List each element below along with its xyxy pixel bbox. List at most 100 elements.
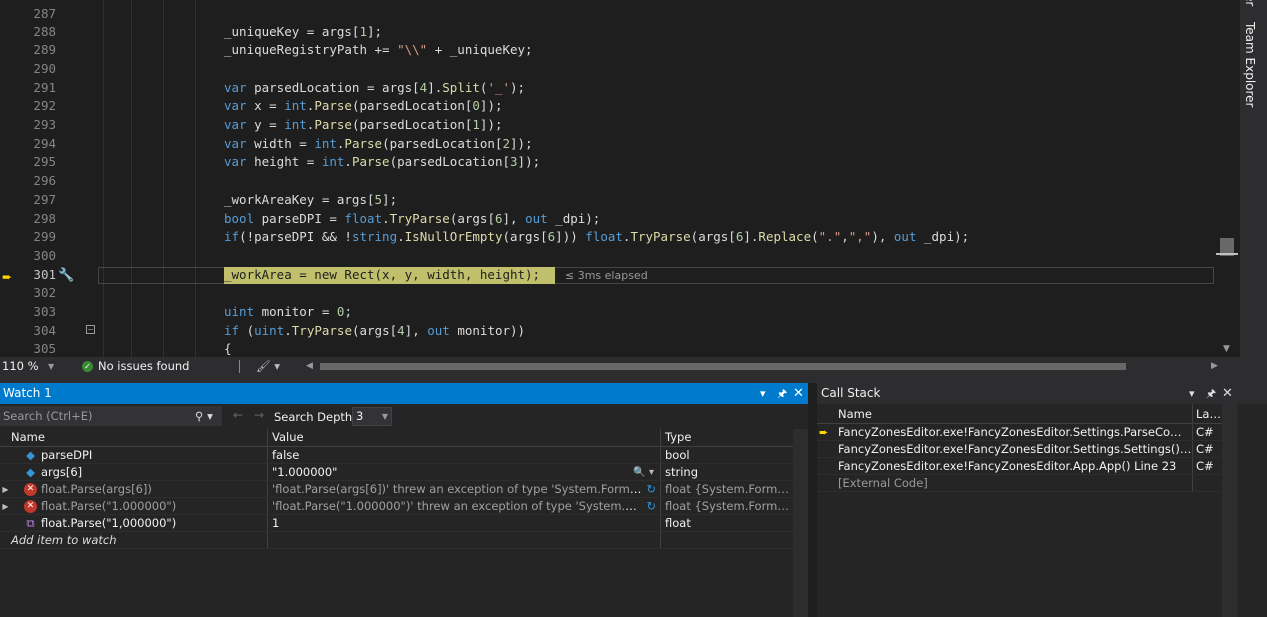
code-line[interactable]: var parsedLocation = args[4].Split('_');: [224, 79, 525, 98]
vertical-scrollbar[interactable]: ▼: [1214, 0, 1240, 357]
vertical-scrollbar[interactable]: [793, 429, 808, 617]
close-icon[interactable]: ✕: [793, 383, 804, 404]
execution-pointer-icon[interactable]: ➨: [2, 270, 12, 284]
scroll-right-icon[interactable]: ▶: [1211, 357, 1218, 376]
code-line[interactable]: var width = int.Parse(parsedLocation[2])…: [224, 135, 533, 154]
tab-team-explorer[interactable]: Team Explorer: [1243, 22, 1257, 108]
selected-text: _workArea: [224, 267, 292, 282]
column-header-value[interactable]: Value: [268, 429, 661, 446]
search-placeholder: Search (Ctrl+E): [3, 409, 93, 423]
watch-name[interactable]: float.Parse("1.000000"): [41, 499, 176, 513]
watch-table: Name Value Type ◆ parseDPI false bool ◆ ar…: [0, 429, 793, 549]
vertical-scrollbar[interactable]: [1222, 404, 1237, 617]
dropdown-icon[interactable]: ▾: [760, 383, 766, 404]
code-line[interactable]: if(!parseDPI && !string.IsNullOrEmpty(ar…: [224, 228, 969, 247]
frame-lang: C#: [1196, 459, 1214, 473]
code-line[interactable]: bool parseDPI = float.TryParse(args[6], …: [224, 210, 600, 229]
code-line[interactable]: {: [224, 340, 232, 357]
watch-name[interactable]: args[6]: [41, 465, 82, 479]
stack-frame[interactable]: [External Code]: [817, 475, 1222, 492]
search-depth-select[interactable]: 3 ▼: [352, 407, 392, 426]
dropdown-icon[interactable]: ▾: [1189, 383, 1195, 404]
line-number: 299: [33, 229, 56, 244]
wrench-icon[interactable]: 🔧: [58, 268, 74, 283]
stack-frame[interactable]: ➨ FancyZonesEditor.exe!FancyZonesEditor.…: [817, 424, 1222, 441]
column-header-type[interactable]: Type: [661, 429, 793, 446]
watch-value[interactable]: "1.000000": [272, 465, 337, 479]
column-header-name[interactable]: Name: [0, 429, 268, 446]
column-header-name[interactable]: Name: [835, 404, 1193, 423]
splitter[interactable]: [0, 376, 1267, 383]
frame-name[interactable]: [External Code]: [835, 475, 1193, 491]
horizontal-scrollbar[interactable]: ◀ ▶: [306, 357, 1218, 376]
brush-icon[interactable]: 🖌 ▾: [256, 357, 280, 376]
frame-name[interactable]: FancyZonesEditor.exe!FancyZonesEditor.Se…: [835, 441, 1193, 457]
scroll-left-icon[interactable]: ◀: [306, 357, 313, 376]
error-icon: ✕: [24, 483, 37, 496]
code-line[interactable]: var x = int.Parse(parsedLocation[0]);: [224, 97, 503, 116]
search-input[interactable]: Search (Ctrl+E) ⚲ ▾: [0, 406, 222, 426]
watch-type: float: [665, 516, 691, 530]
watch-value[interactable]: 1: [268, 515, 661, 531]
collapse-icon[interactable]: −: [86, 325, 95, 334]
code-line[interactable]: _uniqueRegistryPath += "\\" + _uniqueKey…: [224, 41, 533, 60]
method-icon: ⧉: [26, 516, 35, 530]
scroll-down-icon[interactable]: ▼: [1223, 344, 1230, 354]
table-row[interactable]: ▶ ✕ float.Parse("1.000000") 'float.Parse(…: [0, 498, 793, 515]
watch-value[interactable]: 'float.Parse(args[6])' threw an exceptio…: [272, 482, 660, 496]
table-header: Name Value Type: [0, 429, 793, 447]
watch-name[interactable]: float.Parse("1,000000"): [41, 516, 176, 530]
line-number: 297: [33, 192, 56, 207]
add-item-to-watch[interactable]: Add item to watch: [11, 533, 117, 547]
call-stack-table: Name Lang ➨ FancyZonesEditor.exe!FancyZo…: [817, 404, 1222, 492]
chevron-down-icon[interactable]: ▼: [48, 357, 54, 376]
pin-icon[interactable]: 🖈: [777, 383, 787, 404]
arrow-right-icon[interactable]: →: [254, 408, 264, 422]
chevron-down-icon[interactable]: ▼: [382, 408, 388, 425]
window-title: Call Stack: [821, 386, 881, 400]
table-row[interactable]: ▶ ✕ float.Parse(args[6]) 'float.Parse(arg…: [0, 481, 793, 498]
stack-frame[interactable]: FancyZonesEditor.exe!FancyZonesEditor.Ap…: [817, 458, 1222, 475]
close-icon[interactable]: ✕: [1222, 383, 1233, 404]
current-statement[interactable]: _workArea = new Rect(x, y, width, height…: [224, 266, 540, 285]
code-line[interactable]: if (uint.TryParse(args[4], out monitor)): [224, 322, 525, 341]
table-row[interactable]: ◆ parseDPI false bool: [0, 447, 793, 464]
code-editor[interactable]: 287 288 289 290 291 292 293 294 295 296 …: [0, 0, 1240, 357]
visualizer-icon[interactable]: 🔍 ▾: [633, 464, 654, 480]
frame-name[interactable]: FancyZonesEditor.exe!FancyZonesEditor.Se…: [835, 424, 1193, 440]
table-row[interactable]: ⧉ float.Parse("1,000000") 1 float: [0, 515, 793, 532]
field-icon: ◆: [26, 465, 35, 479]
search-icon[interactable]: ⚲ ▾: [195, 406, 213, 426]
zoom-level[interactable]: 110 %: [2, 357, 39, 376]
scroll-thumb[interactable]: [320, 363, 1126, 370]
watch-name[interactable]: parseDPI: [41, 448, 92, 462]
frame-name[interactable]: FancyZonesEditor.exe!FancyZonesEditor.Ap…: [835, 458, 1193, 474]
watch-name[interactable]: float.Parse(args[6]): [41, 482, 152, 496]
issues-status[interactable]: No issues found: [98, 357, 189, 376]
watch-type: string: [665, 465, 699, 479]
line-number: 301: [33, 267, 56, 282]
callstack-titlebar[interactable]: Call Stack ▾ 🖈 ✕: [817, 383, 1267, 404]
code-line[interactable]: var y = int.Parse(parsedLocation[1]);: [224, 116, 503, 135]
watch-window: Watch 1 ▾ 🖈 ✕ Search (Ctrl+E) ⚲ ▾ ← → Se…: [0, 383, 808, 617]
frame-lang: C#: [1196, 442, 1214, 456]
code-line[interactable]: _uniqueKey = args[1];: [224, 23, 382, 42]
refresh-icon[interactable]: ↻: [646, 481, 656, 497]
code-line[interactable]: uint monitor = 0;: [224, 303, 352, 322]
add-watch-row[interactable]: Add item to watch: [0, 532, 793, 549]
watch-titlebar[interactable]: Watch 1 ▾ 🖈 ✕: [0, 383, 808, 404]
column-header-lang[interactable]: Lang: [1193, 404, 1222, 423]
refresh-icon[interactable]: ↻: [646, 498, 656, 514]
side-tab-partial[interactable]: er: [1243, 0, 1257, 6]
line-number: 292: [33, 98, 56, 113]
arrow-left-icon[interactable]: ←: [233, 408, 243, 422]
stack-frame[interactable]: FancyZonesEditor.exe!FancyZonesEditor.Se…: [817, 441, 1222, 458]
watch-value[interactable]: 'float.Parse("1.000000")' threw an excep…: [272, 499, 660, 513]
watch-value[interactable]: false: [268, 447, 661, 463]
scroll-marker: [1216, 253, 1238, 255]
table-row[interactable]: ◆ args[6] "1.000000" 🔍 ▾ string: [0, 464, 793, 481]
watch-type: float {System.FormatException}: [665, 482, 793, 496]
code-line[interactable]: var height = int.Parse(parsedLocation[3]…: [224, 153, 540, 172]
pin-icon[interactable]: 🖈: [1206, 383, 1216, 404]
code-line[interactable]: _workAreaKey = args[5];: [224, 191, 397, 210]
